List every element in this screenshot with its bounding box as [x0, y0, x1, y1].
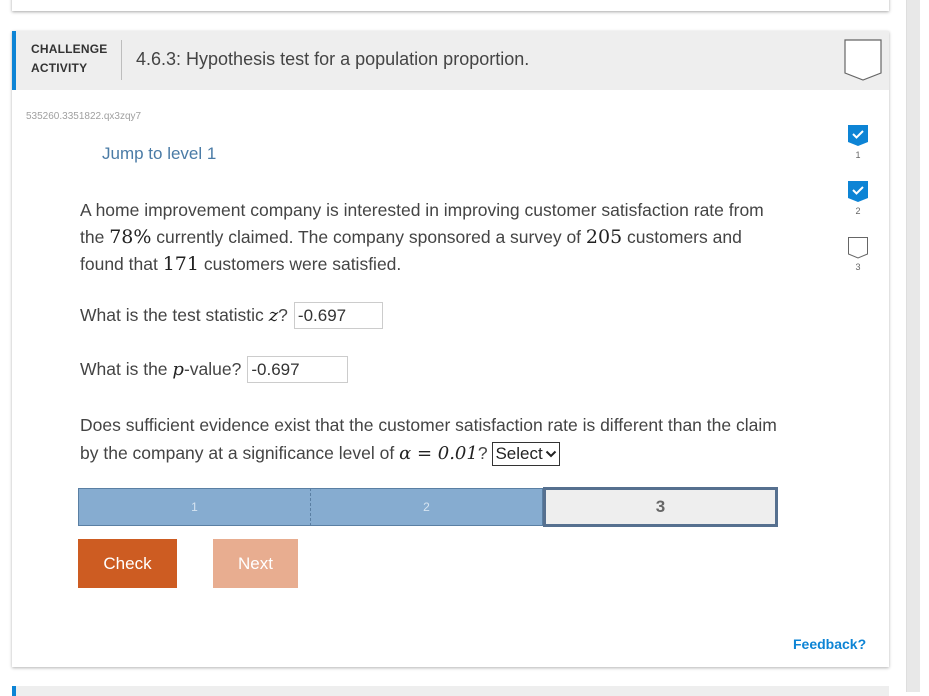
conclusion-question: Does sufficient evidence exist that the …: [80, 411, 780, 468]
chevron-down-icon: [545, 451, 556, 458]
previous-activity-card: [12, 0, 889, 11]
check-button[interactable]: Check: [78, 539, 177, 588]
page-scrollbar[interactable]: [906, 0, 920, 692]
question-text: ?: [278, 305, 288, 325]
question-text: ?: [477, 443, 488, 463]
select-value: Select: [495, 444, 543, 464]
problem-text: customers were satisfied.: [198, 254, 402, 274]
level-number: 2: [855, 206, 861, 216]
test-statistic-question: What is the test statistic z?: [80, 302, 383, 329]
survey-size: 205: [585, 226, 623, 248]
empty-badge-icon: [848, 237, 868, 259]
claimed-rate: 78%: [109, 226, 152, 248]
satisfied-count: 171: [162, 253, 199, 275]
activity-id: 535260.3351822.qx3zqy7: [26, 111, 142, 122]
progress-segment-3[interactable]: 3: [543, 487, 778, 527]
header-divider: [121, 40, 122, 80]
question-text: -value?: [183, 359, 242, 379]
conclusion-select[interactable]: Select: [492, 442, 560, 467]
check-badge-icon: [848, 181, 868, 202]
challenge-activity-card: CHALLENGE ACTIVITY 4.6.3: Hypothesis tes…: [12, 31, 889, 667]
activity-title: 4.6.3: Hypothesis test for a population …: [136, 49, 530, 69]
level-number: 1: [855, 150, 861, 160]
activity-header: CHALLENGE ACTIVITY 4.6.3: Hypothesis tes…: [12, 31, 889, 90]
jump-to-level-link[interactable]: Jump to level 1: [102, 144, 216, 164]
check-badge-icon: [848, 125, 868, 146]
p-variable: p: [172, 359, 184, 380]
level-progress-bar: 1 2 3: [78, 487, 778, 527]
progress-segment-2[interactable]: 2: [311, 488, 543, 526]
activity-type-label: CHALLENGE ACTIVITY: [31, 40, 107, 78]
segment-label: 3: [655, 497, 666, 516]
level-indicator-2[interactable]: 2: [845, 181, 871, 216]
test-statistic-input[interactable]: [293, 302, 383, 329]
level-indicator-3[interactable]: 3: [845, 237, 871, 272]
p-value-question: What is the p -value?: [80, 356, 349, 383]
question-text: What is the test statistic: [80, 305, 264, 325]
completion-badge-icon: [844, 39, 882, 81]
level-number: 3: [855, 262, 861, 272]
level-indicator-1[interactable]: 1: [845, 125, 871, 160]
problem-statement: A home improvement company is interested…: [80, 197, 770, 278]
p-value-input[interactable]: [247, 356, 349, 383]
z-variable: z: [268, 305, 279, 326]
question-text: What is the: [80, 359, 168, 379]
feedback-link[interactable]: Feedback?: [793, 636, 866, 652]
segment-label: 1: [191, 500, 198, 514]
problem-text: currently claimed. The company sponsored…: [151, 227, 586, 247]
segment-label: 2: [423, 500, 430, 514]
activity-type-line1: CHALLENGE: [31, 42, 108, 56]
alpha-expression: α = 0.01: [399, 443, 478, 464]
progress-segment-1[interactable]: 1: [78, 488, 311, 526]
next-button[interactable]: Next: [213, 539, 298, 588]
activity-type-line2: ACTIVITY: [31, 61, 88, 75]
next-activity-card: [12, 686, 889, 696]
